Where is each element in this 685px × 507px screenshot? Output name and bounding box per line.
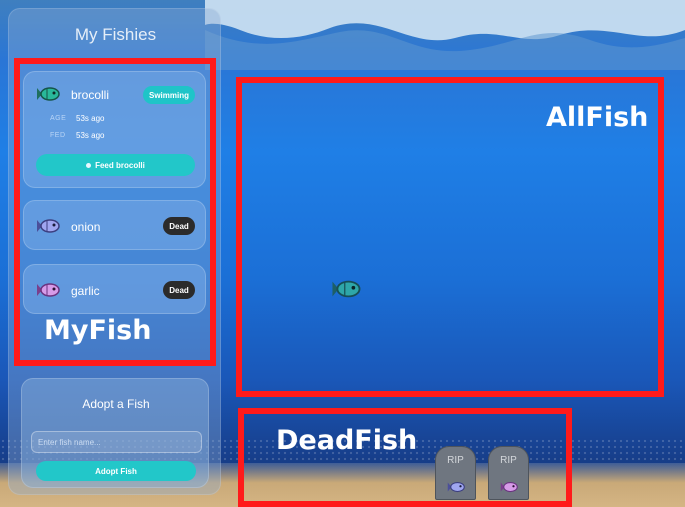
- sidebar-title: My Fishies: [74, 25, 157, 44]
- deadfish-label: DeadFish: [276, 425, 418, 456]
- adopt-fish-button[interactable]: Adopt Fish: [36, 461, 196, 481]
- adopt-fish-panel: Adopt a Fish Adopt Fish: [21, 378, 209, 488]
- myfish-label: MyFish: [44, 315, 152, 346]
- deadfish-region-box: [238, 408, 572, 507]
- adopt-title: Adopt a Fish: [82, 397, 150, 411]
- allfish-label: AllFish: [546, 102, 649, 133]
- fish-name-input[interactable]: [31, 431, 202, 453]
